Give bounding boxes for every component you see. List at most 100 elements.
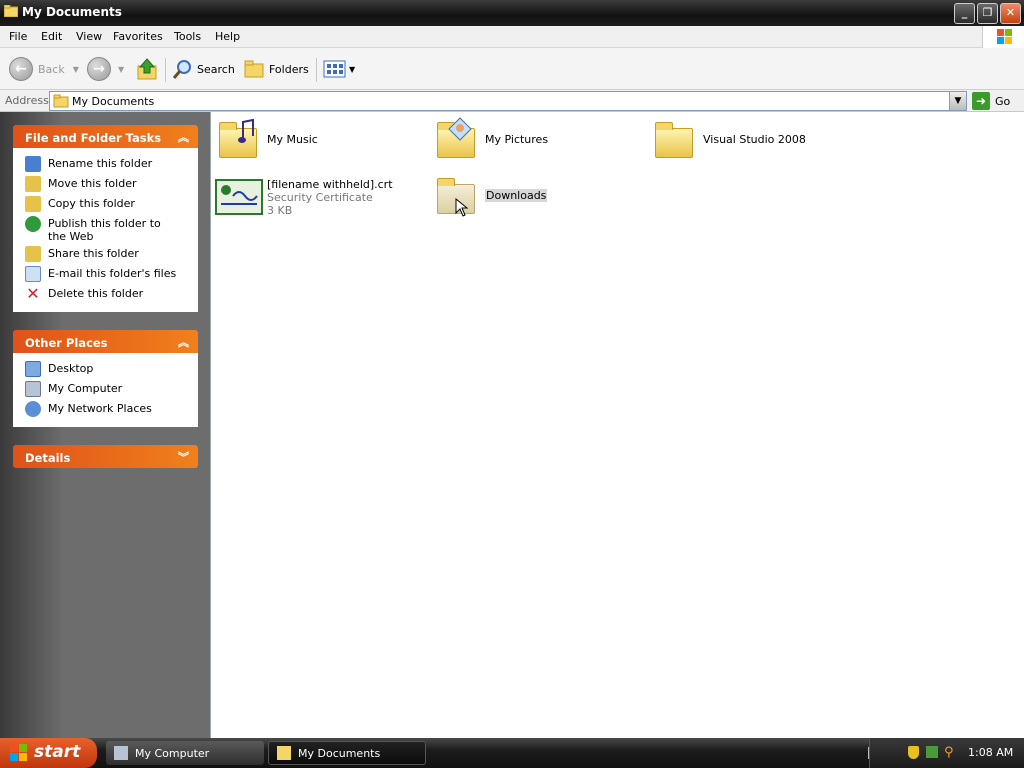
forward-arrow-icon: → bbox=[87, 57, 111, 81]
item-type: Security Certificate bbox=[267, 191, 373, 204]
task-label: Publish this folder to the Web bbox=[48, 217, 161, 243]
menu-edit[interactable]: Edit bbox=[41, 30, 62, 43]
taskbar-my-documents[interactable]: My Documents bbox=[268, 741, 426, 765]
menu-file[interactable]: File bbox=[9, 30, 27, 43]
file-folder-tasks-panel: File and Folder Tasks ︽ Rename this fold… bbox=[13, 125, 198, 312]
panel-title: File and Folder Tasks bbox=[25, 131, 162, 145]
panel-body: Desktop My Computer My Network Places bbox=[13, 353, 198, 427]
move-folder-icon bbox=[25, 176, 41, 192]
folders-button[interactable]: Folders bbox=[243, 56, 309, 82]
folder-item-my-pictures[interactable]: My Pictures bbox=[433, 116, 548, 164]
toolbar-separator bbox=[316, 58, 317, 82]
task-label: Copy this folder bbox=[48, 197, 135, 210]
back-arrow-icon: ← bbox=[9, 57, 33, 81]
address-bar: Address My Documents ▼ ➜ Go bbox=[0, 90, 1024, 112]
task-move-folder[interactable]: Move this folder bbox=[25, 176, 198, 196]
place-my-network-places[interactable]: My Network Places bbox=[25, 401, 198, 421]
computer-icon bbox=[25, 381, 41, 397]
place-desktop[interactable]: Desktop bbox=[25, 361, 198, 381]
folder-item-downloads[interactable]: Downloads bbox=[433, 172, 548, 220]
folder-icon bbox=[651, 116, 699, 164]
other-places-header[interactable]: Other Places ︽ bbox=[13, 330, 198, 353]
task-publish-folder[interactable]: Publish this folder to the Web bbox=[25, 216, 198, 246]
title-bar[interactable]: My Documents _ ❐ ✕ bbox=[0, 0, 1024, 26]
address-label: Address bbox=[5, 94, 49, 107]
start-button[interactable]: start bbox=[0, 738, 97, 768]
menu-view[interactable]: View bbox=[76, 30, 102, 43]
network-icon bbox=[25, 401, 41, 417]
task-label: Rename this folder bbox=[48, 157, 153, 170]
item-name: [filename withheld].crt bbox=[267, 178, 393, 191]
collapse-chevron-icon[interactable]: ︽ bbox=[178, 334, 189, 350]
details-header[interactable]: Details ︾ bbox=[13, 445, 198, 468]
toolbar: ← Back ▼ → ▼ Search Folders ▼ bbox=[0, 48, 1024, 90]
task-share-folder[interactable]: Share this folder bbox=[25, 246, 198, 266]
place-label: My Network Places bbox=[48, 402, 152, 415]
file-list-view: My Music My Pictures Visual Studio 2008 … bbox=[210, 112, 1024, 738]
panel-title: Other Places bbox=[25, 336, 108, 350]
restore-button[interactable]: ❐ bbox=[977, 3, 998, 24]
start-label: start bbox=[34, 742, 81, 762]
menu-help[interactable]: Help bbox=[215, 30, 240, 43]
item-name: Visual Studio 2008 bbox=[703, 133, 806, 146]
task-label: Move this folder bbox=[48, 177, 137, 190]
item-size: 3 KB bbox=[267, 204, 293, 217]
go-label: Go bbox=[995, 94, 1011, 108]
views-grid-icon bbox=[323, 60, 346, 78]
close-button[interactable]: ✕ bbox=[1000, 3, 1021, 24]
forward-button[interactable]: → ▼ bbox=[87, 56, 124, 82]
folder-icon bbox=[277, 746, 291, 760]
item-name-selected: Downloads bbox=[485, 189, 548, 202]
menu-bar: File Edit View Favorites Tools Help bbox=[0, 26, 1024, 48]
rename-icon bbox=[25, 156, 41, 172]
place-label: My Computer bbox=[48, 382, 123, 395]
taskbar-my-computer[interactable]: My Computer bbox=[106, 741, 264, 765]
share-folder-icon bbox=[25, 246, 41, 262]
task-label: E-mail this folder's files bbox=[48, 267, 177, 280]
collapse-chevron-icon[interactable]: ︽ bbox=[178, 129, 189, 145]
security-shield-icon[interactable] bbox=[908, 746, 919, 759]
folder-icon bbox=[53, 94, 69, 108]
pictures-folder-icon bbox=[433, 116, 481, 164]
place-my-computer[interactable]: My Computer bbox=[25, 381, 198, 401]
folder-icon bbox=[433, 172, 481, 220]
task-email-files[interactable]: E-mail this folder's files bbox=[25, 266, 198, 286]
search-label: Search bbox=[197, 62, 235, 76]
menu-tools[interactable]: Tools bbox=[174, 30, 201, 43]
computer-icon bbox=[114, 746, 128, 760]
menu-favorites[interactable]: Favorites bbox=[113, 30, 163, 43]
file-item-certificate[interactable]: [filename withheld].crt Security Certifi… bbox=[215, 176, 393, 224]
go-button[interactable]: ➜ Go bbox=[972, 92, 1010, 110]
address-input[interactable]: My Documents ▼ bbox=[49, 91, 967, 111]
chevron-down-icon[interactable]: ▼ bbox=[118, 65, 124, 74]
desktop-icon bbox=[25, 361, 41, 377]
clock[interactable]: 1:08 AM bbox=[968, 746, 1013, 759]
chevron-down-icon[interactable]: ▼ bbox=[73, 65, 79, 74]
panel-title: Details bbox=[25, 451, 71, 465]
place-label: Desktop bbox=[48, 362, 94, 375]
network-tray-icon[interactable] bbox=[926, 746, 938, 758]
file-folder-tasks-header[interactable]: File and Folder Tasks ︽ bbox=[13, 125, 198, 148]
folder-item-my-music[interactable]: My Music bbox=[215, 116, 318, 164]
task-pane: File and Folder Tasks ︽ Rename this fold… bbox=[0, 112, 210, 738]
task-label: Share this folder bbox=[48, 247, 139, 260]
minimize-button[interactable]: _ bbox=[954, 3, 975, 24]
address-dropdown-button[interactable]: ▼ bbox=[949, 92, 966, 110]
expand-chevron-icon[interactable]: ︾ bbox=[178, 449, 189, 465]
views-button[interactable]: ▼ bbox=[323, 56, 355, 82]
chevron-down-icon: ▼ bbox=[349, 64, 356, 74]
up-folder-button[interactable] bbox=[136, 56, 158, 82]
back-button[interactable]: ← Back ▼ bbox=[9, 56, 79, 82]
go-arrow-icon: ➜ bbox=[972, 92, 990, 110]
task-copy-folder[interactable]: Copy this folder bbox=[25, 196, 198, 216]
search-button[interactable]: Search bbox=[171, 56, 235, 82]
panel-body: Rename this folder Move this folder Copy… bbox=[13, 148, 198, 312]
task-rename-folder[interactable]: Rename this folder bbox=[25, 156, 198, 176]
task-label: Delete this folder bbox=[48, 287, 144, 300]
back-label: Back bbox=[38, 62, 65, 76]
task-delete-folder[interactable]: ✕ Delete this folder bbox=[25, 286, 198, 306]
folder-item-visual-studio-2008[interactable]: Visual Studio 2008 bbox=[651, 116, 806, 164]
search-tray-icon[interactable]: ⚲ bbox=[944, 745, 954, 760]
delete-x-icon: ✕ bbox=[26, 284, 40, 303]
toolbar-separator bbox=[165, 58, 166, 82]
